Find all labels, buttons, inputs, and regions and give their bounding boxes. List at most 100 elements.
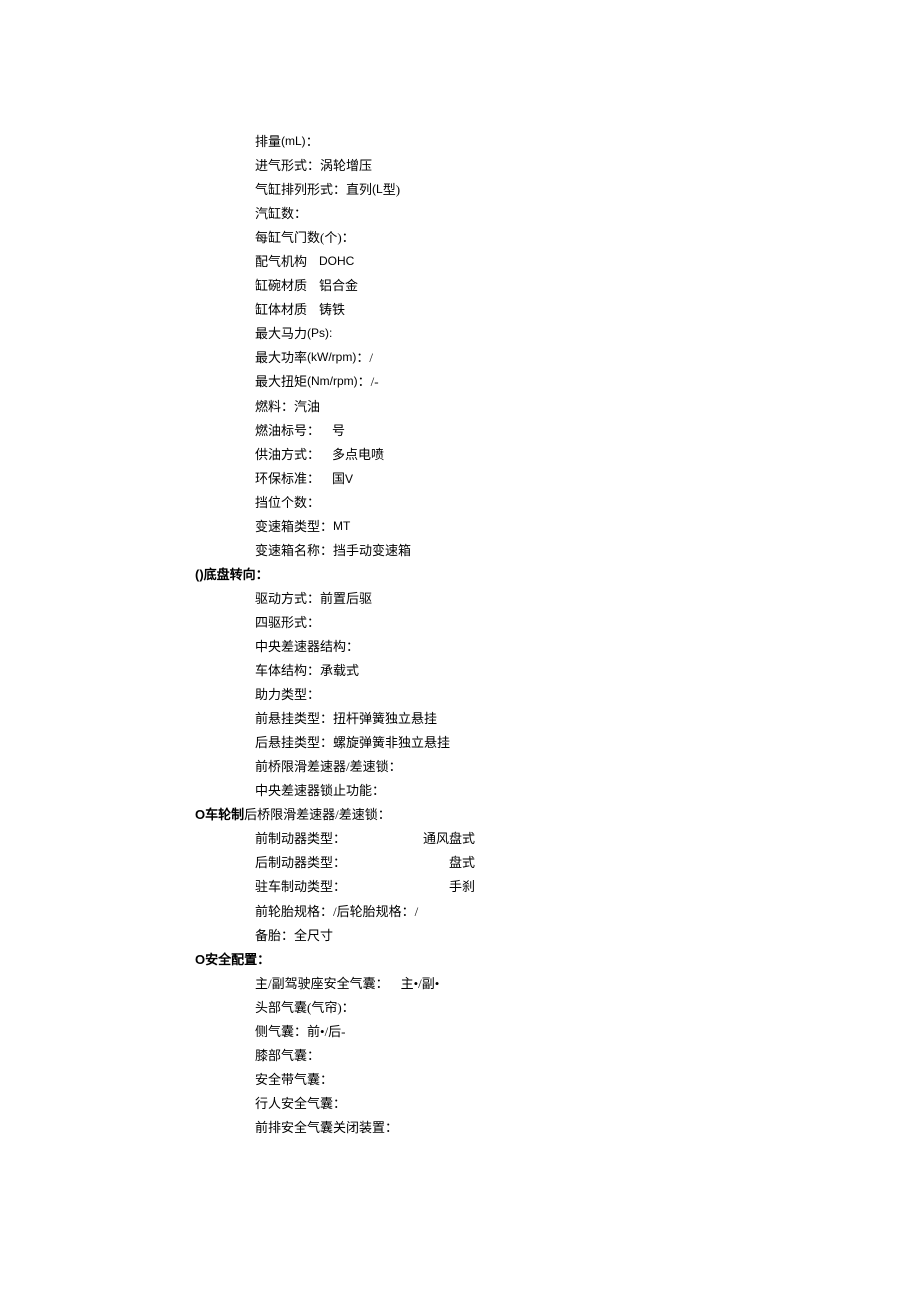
max-torque: 最大扭矩(Nm/rpm)：/-: [255, 370, 920, 394]
label: 后制动器类型：: [255, 851, 346, 875]
label: 后悬挂类型：: [255, 731, 333, 755]
front-lsd: 前桥限滑差速器/差速锁：: [255, 755, 920, 779]
label: 每缸气门数(个)：: [255, 226, 355, 250]
displacement: 排量(mL)：: [255, 130, 920, 154]
fuel-number: 燃油标号： 号: [255, 419, 920, 443]
label: 侧气囊：: [255, 1020, 307, 1044]
gear-count: 挡位个数：: [255, 491, 920, 515]
header-text: 安全配置：: [205, 952, 270, 967]
value-latin: (L: [372, 178, 383, 202]
assist-type: 助力类型：: [255, 683, 920, 707]
label: 前排安全气囊关闭装置：: [255, 1116, 398, 1140]
label: 中央差速器结构：: [255, 635, 359, 659]
label: 最大扭矩: [255, 370, 307, 394]
header-prefix: (): [195, 567, 204, 582]
header-text: 车轮制: [205, 807, 244, 822]
value: 挡手动变速箱: [333, 539, 411, 563]
front-brake: 前制动器类型： 通风盘式: [255, 827, 475, 851]
label: 四驱形式：: [255, 611, 320, 635]
value-pre: 直列: [346, 178, 372, 202]
block-material: 缸体材质 铸铁: [255, 298, 920, 322]
label: 变速箱名称：: [255, 539, 333, 563]
label: 挡位个数：: [255, 491, 320, 515]
brakes-specs: 前制动器类型： 通风盘式 后制动器类型： 盘式 驻车制动类型： 手刹 前轮胎规格…: [255, 827, 920, 947]
transmission-name: 变速箱名称：挡手动变速箱: [255, 539, 920, 563]
valves-per-cyl: 每缸气门数(个)：: [255, 226, 920, 250]
value: 号: [332, 419, 345, 443]
label: 最大功率: [255, 346, 307, 370]
label: 缸体材质: [255, 298, 307, 322]
label: 主/副驾驶座安全气囊：: [255, 972, 389, 996]
label: 前桥限滑差速器/差速锁：: [255, 755, 402, 779]
value: DOHC: [319, 250, 354, 274]
safety-header: O安全配置：: [195, 948, 920, 972]
intake-form: 进气形式：涡轮增压: [255, 154, 920, 178]
value: 汽油: [294, 395, 320, 419]
main-airbag: 主/副驾驶座安全气囊： 主•/副•: [255, 972, 920, 996]
front-airbag-off: 前排安全气囊关闭装置：: [255, 1116, 920, 1140]
label: 环保标准：: [255, 467, 320, 491]
seatbelt-airbag: 安全带气囊：: [255, 1068, 920, 1092]
value: 盘式: [449, 851, 475, 875]
head-material: 缸碗材质 铝合金: [255, 274, 920, 298]
label: 配气机构: [255, 250, 307, 274]
rear-suspension: 后悬挂类型：螺旋弹簧非独立悬挂: [255, 731, 920, 755]
unit: (mL): [281, 130, 306, 154]
value: 主•/副•: [401, 972, 440, 996]
fuel-supply: 供油方式： 多点电喷: [255, 443, 920, 467]
header-prefix: O: [195, 952, 205, 967]
value: 铸铁: [319, 298, 345, 322]
brakes-header: O车轮制后桥限滑差速器/差速锁：: [195, 803, 920, 827]
value: 通风盘式: [423, 827, 475, 851]
label: 前悬挂类型：: [255, 707, 333, 731]
label: 气缸排列形式：: [255, 178, 346, 202]
colon: ：: [306, 130, 319, 154]
value: 涡轮增压: [320, 154, 372, 178]
label: 膝部气囊：: [255, 1044, 320, 1068]
max-power: 最大功率(kW/rpm)：/: [255, 346, 920, 370]
head-airbag: 头部气囊(气帘)：: [255, 996, 920, 1020]
label: 头部气囊(气帘)：: [255, 996, 355, 1020]
header-prefix: O: [195, 807, 205, 822]
value: 扭杆弹簧独立悬挂: [333, 707, 437, 731]
label: 中央差速器锁止功能：: [255, 779, 385, 803]
value: 铝合金: [319, 274, 358, 298]
front-suspension: 前悬挂类型：扭杆弹簧独立悬挂: [255, 707, 920, 731]
suffix: ：/-: [358, 370, 379, 394]
label: 汽缸数：: [255, 202, 307, 226]
label: 变速箱类型：: [255, 515, 333, 539]
label: 缸碗材质: [255, 274, 307, 298]
value-pre: 国: [332, 471, 345, 486]
value: 前置后驱: [320, 587, 372, 611]
center-diff: 中央差速器结构：: [255, 635, 920, 659]
rear-brake: 后制动器类型： 盘式: [255, 851, 475, 875]
value: MT: [333, 515, 350, 539]
label: 车体结构：: [255, 659, 320, 683]
side-airbag: 侧气囊：前•/后-: [255, 1020, 920, 1044]
knee-airbag: 膝部气囊：: [255, 1044, 920, 1068]
chassis-specs: 驱动方式：前置后驱 四驱形式： 中央差速器结构： 车体结构：承载式 助力类型： …: [255, 587, 920, 803]
value: 国V: [332, 467, 353, 491]
max-hp: 最大马力(Ps):: [255, 322, 920, 346]
suffix: ：/: [356, 346, 373, 370]
cylinder-arrangement: 气缸排列形式：直列(L型): [255, 178, 920, 202]
label: 前制动器类型：: [255, 827, 346, 851]
header-inserted: 后桥限滑差速器/差速锁：: [244, 807, 391, 822]
label: 最大马力: [255, 322, 307, 346]
pedestrian-airbag: 行人安全气囊：: [255, 1092, 920, 1116]
label: 助力类型：: [255, 683, 320, 707]
label: 安全带气囊：: [255, 1068, 333, 1092]
value: 螺旋弹簧非独立悬挂: [333, 731, 450, 755]
value-latin: V: [345, 472, 353, 486]
tire-spec: 前轮胎规格：/后轮胎规格：/备胎：全尺寸: [255, 900, 425, 948]
label: 供油方式：: [255, 443, 320, 467]
value-suf: 型): [383, 178, 400, 202]
value: 前•/后-: [307, 1020, 346, 1044]
emission-standard: 环保标准： 国V: [255, 467, 920, 491]
value: 承载式: [320, 659, 359, 683]
label: 进气形式：: [255, 154, 320, 178]
label: 燃料：: [255, 395, 294, 419]
parking-brake: 驻车制动类型： 手刹: [255, 875, 475, 899]
value: 多点电喷: [332, 443, 384, 467]
unit: (Nm/rpm): [307, 370, 358, 394]
